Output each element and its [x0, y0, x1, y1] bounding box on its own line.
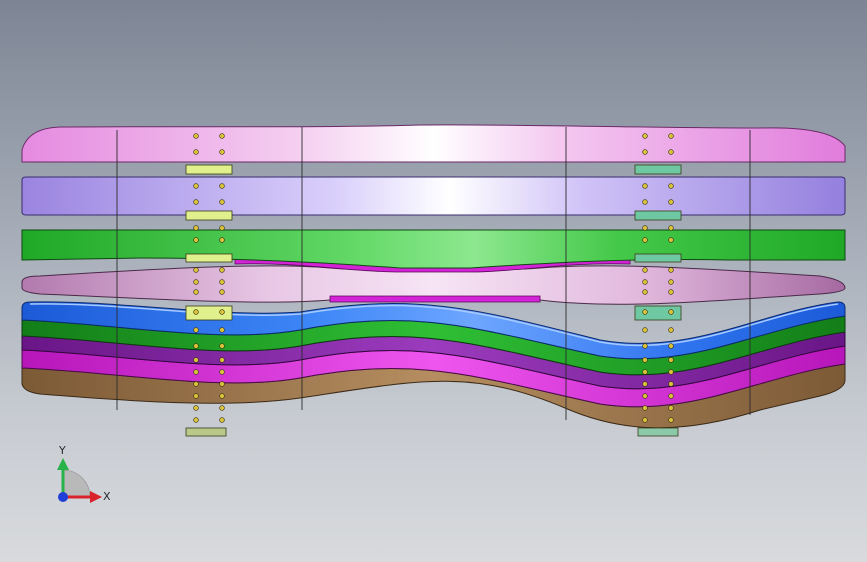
y-arrowhead-icon	[57, 458, 69, 470]
x-axis-label: X	[103, 490, 111, 503]
bolt	[193, 357, 199, 363]
bolt	[193, 393, 199, 399]
bolt	[219, 393, 225, 399]
bolt	[642, 289, 648, 295]
bolt	[219, 381, 225, 387]
bolt	[219, 133, 225, 139]
bolt	[668, 309, 674, 315]
bolt	[193, 267, 199, 273]
bolt	[219, 327, 225, 333]
bolt	[668, 369, 674, 375]
bolt	[219, 199, 225, 205]
bolt	[668, 327, 674, 333]
bolt	[193, 309, 199, 315]
bolt	[219, 369, 225, 375]
bolt	[193, 289, 199, 295]
bolt	[193, 279, 199, 285]
bolt	[668, 381, 674, 387]
bolt	[668, 343, 674, 349]
bolt	[642, 309, 648, 315]
bolt	[219, 405, 225, 411]
bolt	[219, 267, 225, 273]
bolt	[668, 279, 674, 285]
bolt	[642, 225, 648, 231]
purple-plate[interactable]	[21, 176, 846, 216]
green-plate[interactable]	[21, 229, 846, 269]
bolt	[668, 225, 674, 231]
bolt	[642, 199, 648, 205]
bolt	[219, 183, 225, 189]
bolt	[642, 417, 648, 423]
bolt	[642, 369, 648, 375]
bolt	[219, 289, 225, 295]
coordinate-triad: Y X	[57, 444, 111, 503]
bolt	[193, 237, 199, 243]
bolt	[642, 405, 648, 411]
bolt	[193, 133, 199, 139]
y-axis-label: Y	[58, 444, 66, 457]
bolt	[219, 149, 225, 155]
bolt	[642, 237, 648, 243]
bolt	[668, 237, 674, 243]
bolt	[668, 149, 674, 155]
bolt	[642, 327, 648, 333]
top-pink-plate[interactable]	[21, 124, 846, 163]
bolt	[219, 417, 225, 423]
bolt	[193, 417, 199, 423]
bolt	[193, 369, 199, 375]
bolt	[219, 279, 225, 285]
bolt	[642, 267, 648, 273]
bolt	[193, 199, 199, 205]
bolt	[219, 225, 225, 231]
bolt	[668, 417, 674, 423]
bolt	[193, 405, 199, 411]
z-axis-dot-icon	[58, 492, 68, 502]
x-arrowhead-icon	[90, 491, 102, 503]
bolt	[668, 405, 674, 411]
bolt	[668, 183, 674, 189]
lens-insert-bottom	[329, 295, 541, 303]
bolt	[193, 149, 199, 155]
bolt	[642, 343, 648, 349]
bolt	[668, 393, 674, 399]
bolt	[193, 225, 199, 231]
bolt	[193, 343, 199, 349]
bolt	[668, 199, 674, 205]
bolt	[642, 381, 648, 387]
bolt	[219, 237, 225, 243]
bolt	[219, 357, 225, 363]
bolt	[668, 133, 674, 139]
bolt	[642, 149, 648, 155]
bolt	[193, 183, 199, 189]
bolt	[193, 381, 199, 387]
bolt	[668, 267, 674, 273]
bolt	[219, 309, 225, 315]
triad-plane-icon	[62, 469, 91, 498]
bolt	[642, 133, 648, 139]
wave-stack[interactable]	[21, 301, 846, 429]
bolt	[668, 289, 674, 295]
bolt	[642, 357, 648, 363]
bolt	[668, 357, 674, 363]
bolt	[219, 343, 225, 349]
bolt	[642, 393, 648, 399]
cad-viewport[interactable]: Y X	[0, 0, 867, 562]
bolt	[193, 327, 199, 333]
bolt	[642, 183, 648, 189]
bolt	[642, 279, 648, 285]
